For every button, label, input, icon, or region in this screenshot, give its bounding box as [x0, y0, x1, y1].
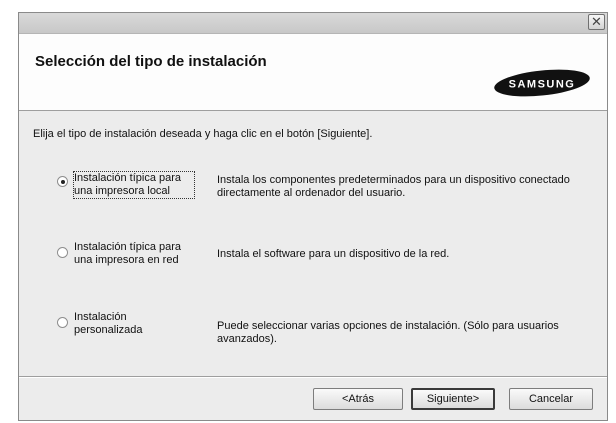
- header-panel: Selección del tipo de instalación SAMSUN…: [19, 34, 607, 111]
- instruction-text: Elija el tipo de instalación deseada y h…: [33, 128, 373, 140]
- cancel-button[interactable]: Cancelar: [509, 388, 593, 410]
- samsung-logo-text: SAMSUNG: [509, 79, 576, 91]
- title-bar[interactable]: ✕: [19, 13, 607, 34]
- installer-window: ✕ Selección del tipo de instalación SAMS…: [18, 12, 608, 421]
- option-desc-typical-local: Instala los componentes predeterminados …: [217, 174, 570, 199]
- radio-custom[interactable]: [57, 317, 68, 328]
- samsung-logo: SAMSUNG: [494, 69, 590, 97]
- option-label-typical-network[interactable]: Instalación típica para una impresora en…: [74, 241, 194, 267]
- next-button[interactable]: Siguiente>: [411, 388, 495, 410]
- radio-typical-local[interactable]: [57, 176, 68, 187]
- option-typical-network[interactable]: Instalación típica para una impresora en…: [57, 241, 607, 281]
- back-button[interactable]: <Atrás: [313, 388, 403, 410]
- option-typical-local[interactable]: Instalación típica para una impresora lo…: [57, 171, 607, 212]
- page-title: Selección del tipo de instalación: [35, 53, 267, 70]
- option-custom[interactable]: Instalación personalizada Puede seleccio…: [57, 311, 607, 351]
- option-desc-typical-network: Instala el software para un dispositivo …: [217, 248, 450, 260]
- footer-divider: [19, 376, 607, 378]
- option-label-typical-local[interactable]: Instalación típica para una impresora lo…: [73, 171, 195, 199]
- option-label-custom[interactable]: Instalación personalizada: [74, 311, 194, 337]
- close-icon[interactable]: ✕: [588, 14, 605, 30]
- option-desc-custom: Puede seleccionar varias opciones de ins…: [217, 320, 559, 345]
- radio-typical-network[interactable]: [57, 247, 68, 258]
